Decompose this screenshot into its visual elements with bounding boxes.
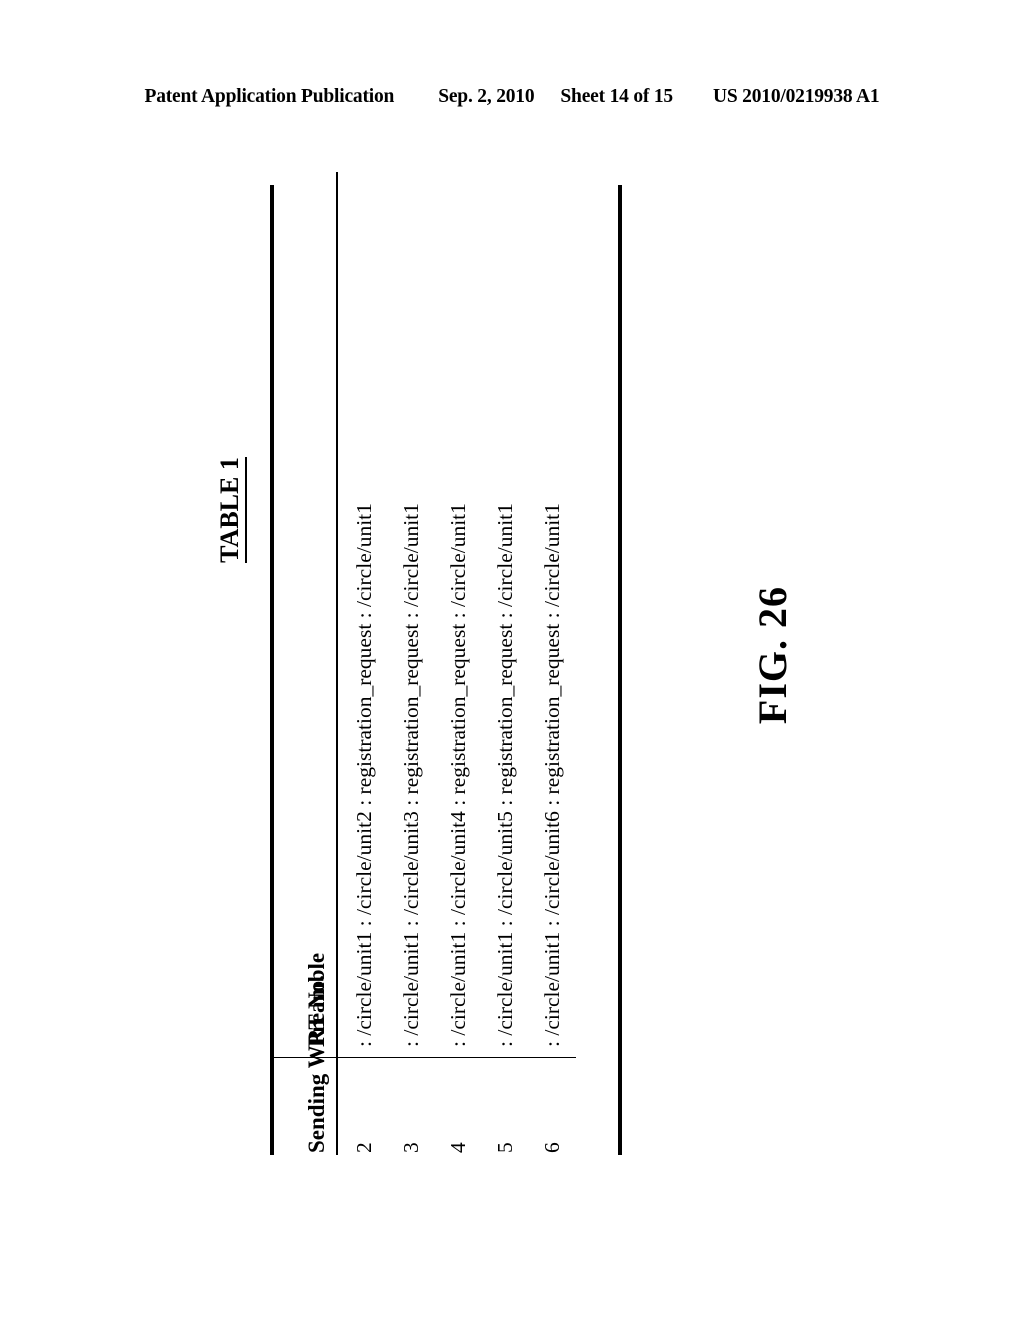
column-header-preamble: Preamble <box>274 172 337 1058</box>
figure-label-text: FIG. 26 <box>750 585 795 725</box>
figure-sheet: TABLE 1 FIG. 26 Sending WRT No. Preamble… <box>0 0 1024 1320</box>
table-row: 5 : /circle/unit1 : /circle/unit5 : regi… <box>482 172 529 1155</box>
table-caption: TABLE 1 <box>210 290 250 730</box>
figure-label: FIG. 26 <box>745 540 801 770</box>
column-header-sending-wrt-no: Sending WRT No. <box>274 975 337 1155</box>
table-header-row: Sending WRT No. Preamble <box>274 172 337 1155</box>
cell-sending-wrt-no: 3 <box>399 1142 423 1153</box>
table-body: 2 : /circle/unit1 : /circle/unit2 : regi… <box>337 172 576 1155</box>
table-row: 3 : /circle/unit1 : /circle/unit3 : regi… <box>388 172 435 1155</box>
cell-sending-wrt-no: 2 <box>352 1142 376 1153</box>
preamble-table: Sending WRT No. Preamble 2 : /circle/uni… <box>274 172 576 1155</box>
table-row: 6 : /circle/unit1 : /circle/unit6 : regi… <box>529 172 576 1155</box>
cell-preamble: : /circle/unit1 : /circle/unit4 : regist… <box>435 172 482 1058</box>
table-row: 2 : /circle/unit1 : /circle/unit2 : regi… <box>337 172 388 1155</box>
cell-preamble: : /circle/unit1 : /circle/unit6 : regist… <box>529 172 576 1058</box>
table-row: 4 : /circle/unit1 : /circle/unit4 : regi… <box>435 172 482 1155</box>
cell-sending-wrt-no: 5 <box>493 1142 517 1153</box>
table-caption-text: TABLE 1 <box>215 457 247 563</box>
cell-preamble: : /circle/unit1 : /circle/unit5 : regist… <box>482 172 529 1058</box>
cell-sending-wrt-no: 6 <box>540 1142 564 1153</box>
table-head: Sending WRT No. Preamble <box>274 172 337 1155</box>
cell-preamble: : /circle/unit1 : /circle/unit2 : regist… <box>337 172 388 1058</box>
cell-preamble: : /circle/unit1 : /circle/unit3 : regist… <box>388 172 435 1058</box>
table-1: Sending WRT No. Preamble 2 : /circle/uni… <box>270 172 622 1155</box>
cell-sending-wrt-no: 4 <box>446 1142 470 1153</box>
